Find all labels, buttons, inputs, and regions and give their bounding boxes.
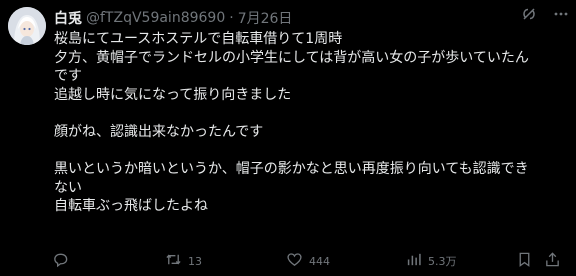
views-button[interactable]: 5.3万 xyxy=(405,251,457,271)
separator: · xyxy=(229,10,234,26)
post-header: 白兎 @fTZqV59ain89690 · 7月26日 xyxy=(54,8,568,28)
reply-icon xyxy=(52,251,69,271)
more-icon[interactable] xyxy=(552,5,570,23)
post-text-line: ない xyxy=(54,179,82,196)
post-text-line: です xyxy=(54,68,82,85)
views-icon xyxy=(405,251,422,271)
share-button[interactable] xyxy=(544,251,567,271)
post-date[interactable]: 7月26日 xyxy=(238,8,293,28)
repost-icon xyxy=(165,251,182,271)
post-text-line: 自転車ぶっ飛ばしたよね xyxy=(54,198,208,215)
post-text-line: 顔がね、認識出来なかったんです xyxy=(54,123,264,140)
views-count: 5.3万 xyxy=(428,255,457,268)
action-bar: 13 444 5.3万 xyxy=(50,251,566,271)
like-button[interactable]: 444 xyxy=(286,251,330,271)
display-name[interactable]: 白兎 xyxy=(54,8,82,28)
post-text-line xyxy=(54,104,568,123)
post-text-line: 追越し時に気になって振り向きました xyxy=(54,86,292,103)
grok-icon[interactable] xyxy=(520,5,538,23)
post-text: 桜島にてユースホステルで自転車借りて1周時 夕方、黄帽子でランドセルの小学生にし… xyxy=(54,30,568,216)
post-text-line: 桜島にてユースホステルで自転車借りて1周時 xyxy=(54,31,343,47)
reply-button[interactable] xyxy=(52,251,75,271)
share-icon xyxy=(544,251,561,271)
post-text-line xyxy=(54,142,568,161)
bookmark-icon xyxy=(516,251,533,271)
bookmark-button[interactable] xyxy=(516,251,539,271)
header-actions xyxy=(520,5,570,23)
post-text-line: 黒いというか暗いというか、帽子の影かなと思い再度振り向いても認識でき xyxy=(54,161,529,178)
post-text-line: 夕方、黄帽子でランドセルの小学生にしては背が高い女の子が歩いていたん xyxy=(54,49,529,66)
user-handle[interactable]: @fTZqV59ain89690 xyxy=(86,10,225,26)
like-icon xyxy=(286,251,303,271)
avatar[interactable] xyxy=(8,7,46,45)
repost-button[interactable]: 13 xyxy=(165,251,202,271)
like-count: 444 xyxy=(309,254,330,268)
repost-count: 13 xyxy=(188,254,202,268)
